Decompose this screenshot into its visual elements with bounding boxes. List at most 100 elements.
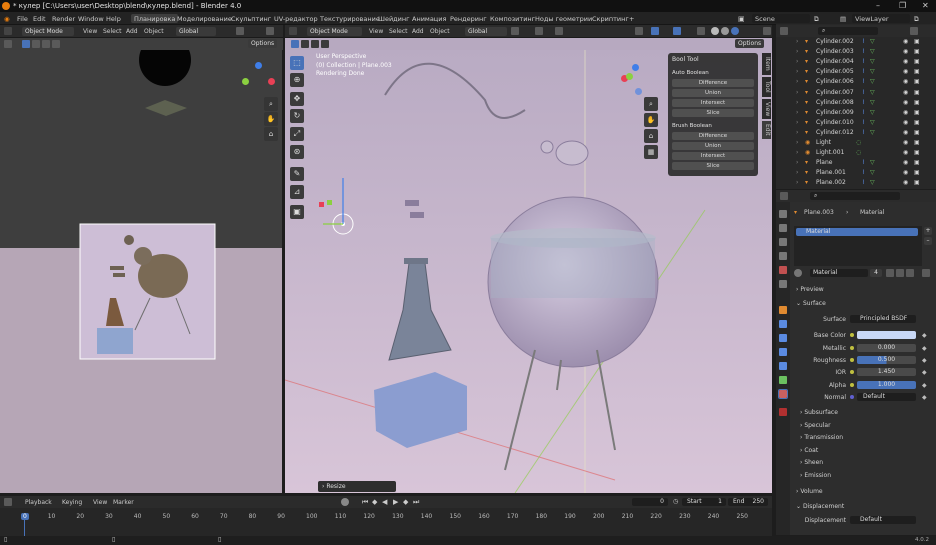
left-options-button[interactable]: Options [248, 39, 278, 48]
tool-add-cube-icon[interactable]: ▣ [290, 205, 304, 219]
select-subtract-icon[interactable] [42, 40, 50, 48]
side-tab-edit[interactable]: Edit [762, 121, 771, 139]
subsection-specular[interactable]: › Specular [800, 422, 831, 429]
main-select-subtract-icon[interactable] [311, 40, 319, 48]
visibility-eye-icon[interactable]: ◉ [903, 129, 908, 136]
outliner-row[interactable]: › ▾ Cylinder.004 ⌇ ▽ ◉ ▣ [776, 58, 936, 68]
maximize-icon[interactable]: ❐ [899, 1, 906, 10]
tab-layout[interactable]: Планировка [131, 14, 179, 23]
material-users-count[interactable]: 4 [870, 269, 882, 277]
main-select-invert-icon[interactable] [321, 40, 329, 48]
menu-file[interactable]: File [17, 15, 28, 23]
socket-icon[interactable] [850, 395, 854, 399]
outliner-row[interactable]: › ▾ Plane.001 ⌇ ▽ ◉ ▣ [776, 169, 936, 179]
render-camera-icon[interactable]: ▣ [914, 119, 920, 126]
socket-icon[interactable] [850, 383, 854, 387]
brush-slice-button[interactable]: Slice [672, 162, 754, 170]
menu-edit[interactable]: Edit [33, 15, 46, 23]
socket-icon[interactable] [850, 358, 854, 362]
main-pan-icon[interactable]: ✋ [644, 113, 658, 127]
left-toolbar-toggle-icon[interactable] [4, 40, 12, 48]
keyframe-icon[interactable]: ◆ [922, 394, 927, 401]
visibility-eye-icon[interactable]: ◉ [903, 68, 908, 75]
main-zoom-icon[interactable]: ⌕ [644, 97, 658, 111]
remove-slot-button[interactable]: – [924, 237, 932, 245]
outliner-row[interactable]: › ◉ Light.001 ◌ ◉ ▣ [776, 149, 936, 159]
alpha-field[interactable]: 1.000 [857, 381, 916, 389]
gizmo-z-icon[interactable] [255, 62, 262, 69]
left-mode-dropdown[interactable]: Object Mode [22, 27, 74, 36]
subsection-coat[interactable]: › Coat [800, 447, 818, 454]
resize-panel[interactable]: › Resize [318, 481, 396, 492]
visibility-eye-icon[interactable]: ◉ [903, 159, 908, 166]
expand-icon[interactable]: › [796, 99, 798, 106]
render-camera-icon[interactable]: ▣ [914, 169, 920, 176]
gizmo-toggle-icon[interactable] [651, 27, 659, 35]
timeline-ruler[interactable]: 0 10 20 30 40 50 60 70 80 90 100 110 120 130 140 150 160… [0, 496, 772, 536]
view-layer-props-icon[interactable] [779, 252, 787, 260]
side-tab-item[interactable]: Item [762, 53, 771, 75]
material-name-field[interactable]: Material [810, 269, 868, 277]
outliner-row[interactable]: › ▾ Cylinder.009 ⌇ ▽ ◉ ▣ [776, 109, 936, 119]
render-camera-icon[interactable]: ▣ [914, 89, 920, 96]
render-camera-icon[interactable]: ▣ [914, 159, 920, 166]
scene-selector[interactable]: Scene [752, 14, 810, 23]
visibility-eye-icon[interactable]: ◉ [903, 139, 908, 146]
visibility-eye-icon[interactable]: ◉ [903, 109, 908, 116]
expand-icon[interactable]: › [796, 119, 798, 126]
render-camera-icon[interactable]: ▣ [914, 139, 920, 146]
duplicate-material-icon[interactable] [896, 269, 904, 277]
expand-icon[interactable]: › [796, 38, 798, 45]
tab-compositing[interactable]: Композитинг [487, 14, 538, 23]
expand-icon[interactable]: › [796, 78, 798, 85]
subsection-subsurface[interactable]: › Subsurface [800, 409, 838, 416]
render-camera-icon[interactable]: ▣ [914, 179, 920, 186]
left-viewport[interactable]: ⌕ ✋ ⌂ [0, 50, 282, 493]
material-props-icon[interactable] [778, 389, 788, 399]
visibility-eye-icon[interactable]: ◉ [903, 179, 908, 186]
render-camera-icon[interactable]: ▣ [914, 109, 920, 116]
displacement-field[interactable]: Default [850, 516, 916, 524]
expand-icon[interactable]: › [796, 159, 798, 166]
shading-material-icon[interactable] [721, 27, 729, 35]
xray-icon[interactable] [697, 27, 705, 35]
socket-icon[interactable] [850, 346, 854, 350]
main-camera-icon[interactable]: ⌂ [644, 129, 658, 143]
base-color-field[interactable] [857, 331, 916, 339]
visibility-icon[interactable] [635, 27, 643, 35]
proportional-icon[interactable] [266, 27, 274, 35]
auto-intersect-button[interactable]: Intersect [672, 99, 754, 107]
main-select-mode-icon[interactable] [291, 40, 299, 48]
main-proportional-icon[interactable] [555, 27, 563, 35]
main-gizmo-neg-z-icon[interactable] [635, 88, 642, 95]
main-mode-dropdown[interactable]: Object Mode [307, 27, 362, 36]
select-mode-icon[interactable] [22, 40, 30, 48]
left-pan-icon[interactable]: ✋ [264, 112, 278, 126]
socket-icon[interactable] [850, 370, 854, 374]
material-slot[interactable]: Material [796, 228, 918, 236]
pivot-icon[interactable] [511, 27, 519, 35]
gizmo-y-icon[interactable] [242, 78, 249, 85]
expand-icon[interactable]: › [796, 179, 798, 186]
left-zoom-icon[interactable]: ⌕ [264, 97, 278, 111]
expand-icon[interactable]: › [796, 58, 798, 65]
auto-slice-button[interactable]: Slice [672, 109, 754, 117]
subsection-sheen[interactable]: › Sheen [800, 459, 823, 466]
main-select-extend-icon[interactable] [301, 40, 309, 48]
add-workspace-button[interactable]: + [626, 14, 637, 23]
main-gizmo-y-icon[interactable] [626, 73, 633, 80]
subsection-emission[interactable]: › Emission [800, 472, 831, 479]
tab-animation[interactable]: Анимация [409, 14, 449, 23]
render-props-icon[interactable] [779, 224, 787, 232]
side-tab-tool[interactable]: Tool [762, 77, 771, 97]
expand-icon[interactable]: › [796, 68, 798, 75]
gizmo-x-icon[interactable] [268, 78, 275, 85]
auto-difference-button[interactable]: Difference [672, 79, 754, 87]
tool-annotate-icon[interactable]: ✎ [290, 167, 304, 181]
expand-icon[interactable]: › [796, 169, 798, 176]
displacement-section[interactable]: ⌄ Displacement [796, 503, 844, 510]
visibility-eye-icon[interactable]: ◉ [903, 38, 908, 45]
expand-icon[interactable]: › [796, 109, 798, 116]
tool-select-box-icon[interactable]: ⬚ [290, 56, 304, 70]
material-filter-icon[interactable] [922, 269, 930, 277]
